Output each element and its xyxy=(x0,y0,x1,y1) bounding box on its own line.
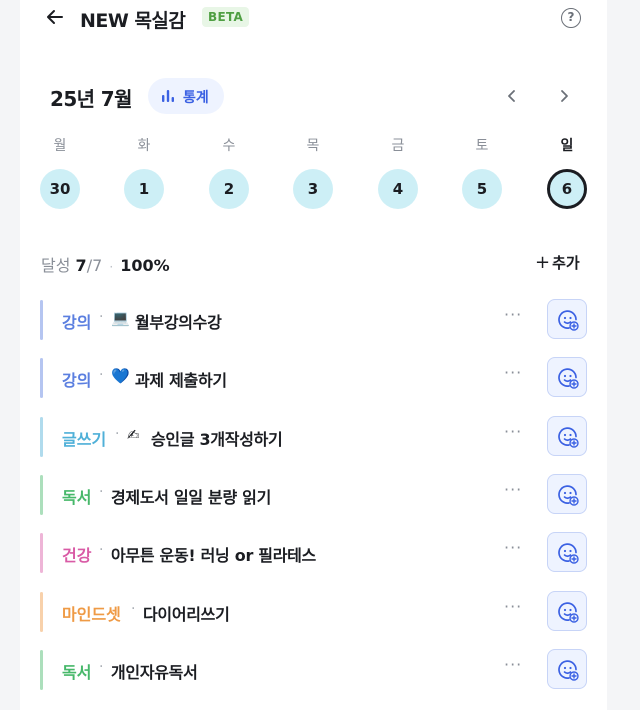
add-task-button[interactable]: + 추가 xyxy=(535,252,580,273)
task-title: 경제도서 일일 분량 읽기 xyxy=(111,488,272,507)
task-separator: · xyxy=(99,309,104,325)
task-category: 건강 xyxy=(62,546,92,565)
emoji-reaction-button[interactable] xyxy=(547,474,587,514)
task-separator: · xyxy=(99,542,104,558)
task-category: 강의 xyxy=(62,313,92,332)
task-category: 글쓰기 xyxy=(62,430,107,449)
task-category: 독서 xyxy=(62,663,92,682)
achievement-label: 달성 xyxy=(41,256,71,275)
smiley-add-icon xyxy=(558,485,579,506)
next-month-icon[interactable] xyxy=(554,86,574,106)
more-options-icon[interactable]: ··· xyxy=(504,305,522,324)
more-options-icon[interactable]: ··· xyxy=(504,480,522,499)
weekday-fri: 금 xyxy=(391,138,405,154)
category-color-bar xyxy=(40,417,43,457)
weekday-tue: 화 xyxy=(137,138,151,154)
more-options-icon[interactable]: ··· xyxy=(504,422,522,441)
smiley-add-icon xyxy=(558,368,579,389)
task-emoji: ✍ xyxy=(127,426,140,444)
date-chip[interactable]: 2 xyxy=(209,169,249,209)
achievement-separator: · xyxy=(109,260,114,274)
main-panel: NEW 목실감 BETA ? 25년 7월 통계 월 화 수 목 금 토 일 3… xyxy=(20,0,607,710)
smiley-add-icon xyxy=(558,310,579,331)
date-chip[interactable]: 1 xyxy=(124,169,164,209)
task-row[interactable]: 글쓰기 · ✍ 승인글 3개작성하기 ··· xyxy=(40,416,588,458)
task-separator: · xyxy=(99,367,104,383)
task-row[interactable]: 건강 · 아무튼 운동! 러닝 or 필라테스 ··· xyxy=(40,532,588,574)
category-color-bar xyxy=(40,592,43,632)
date-chip[interactable]: 5 xyxy=(462,169,502,209)
beta-badge: BETA xyxy=(202,7,250,27)
achievement-summary: 달성 7/7 · 100% xyxy=(41,252,170,276)
more-options-icon[interactable]: ··· xyxy=(504,597,522,616)
stats-button[interactable]: 통계 xyxy=(148,78,224,114)
date-chip[interactable]: 30 xyxy=(40,169,80,209)
task-title: 월부강의수강 xyxy=(135,313,222,332)
help-icon[interactable]: ? xyxy=(561,8,581,28)
weekday-sat: 토 xyxy=(475,138,489,154)
weekday-mon: 월 xyxy=(53,138,67,154)
month-label: 25년 7월 xyxy=(50,87,133,111)
category-color-bar xyxy=(40,300,43,340)
task-emoji: 💻 xyxy=(111,309,130,327)
smiley-add-icon xyxy=(558,543,579,564)
emoji-reaction-button[interactable] xyxy=(547,357,587,397)
emoji-reaction-button[interactable] xyxy=(547,591,587,631)
task-separator: · xyxy=(131,601,136,617)
emoji-reaction-button[interactable] xyxy=(547,649,587,689)
more-options-icon[interactable]: ··· xyxy=(504,655,522,674)
weekday-thu: 목 xyxy=(306,138,320,154)
task-row[interactable]: 독서 · 개인자유독서 ··· xyxy=(40,649,588,691)
category-color-bar xyxy=(40,358,43,398)
task-row[interactable]: 독서 · 경제도서 일일 분량 읽기 ··· xyxy=(40,474,588,516)
smiley-add-icon xyxy=(558,660,579,681)
task-category: 독서 xyxy=(62,488,92,507)
smiley-add-icon xyxy=(558,602,579,623)
plus-icon: + xyxy=(535,252,551,273)
task-row[interactable]: 강의 · 💻 월부강의수강 ··· xyxy=(40,299,588,341)
weekday-wed: 수 xyxy=(222,138,236,154)
page-title: NEW 목실감 xyxy=(80,10,186,32)
task-separator: · xyxy=(99,659,104,675)
header: NEW 목실감 BETA ? xyxy=(20,0,607,38)
weekday-sun: 일 xyxy=(560,138,574,154)
task-title: 과제 제출하기 xyxy=(135,371,227,390)
category-color-bar xyxy=(40,475,43,515)
task-category: 마인드셋 xyxy=(62,605,121,624)
task-row[interactable]: 강의 · 💙 과제 제출하기 ··· xyxy=(40,357,588,399)
more-options-icon[interactable]: ··· xyxy=(504,363,522,382)
task-emoji: 💙 xyxy=(111,367,130,385)
date-chip[interactable]: 4 xyxy=(378,169,418,209)
stats-label: 통계 xyxy=(183,90,209,106)
more-options-icon[interactable]: ··· xyxy=(504,538,522,557)
task-separator: · xyxy=(115,426,120,442)
date-chip[interactable]: 3 xyxy=(293,169,333,209)
achievement-total: /7 xyxy=(86,256,103,275)
add-task-label: 추가 xyxy=(552,254,580,272)
task-title: 개인자유독서 xyxy=(111,663,198,682)
category-color-bar xyxy=(40,650,43,690)
emoji-reaction-button[interactable] xyxy=(547,416,587,456)
task-row[interactable]: 마인드셋 · 다이어리쓰기 ··· xyxy=(40,591,588,633)
smiley-add-icon xyxy=(558,427,579,448)
emoji-reaction-button[interactable] xyxy=(547,299,587,339)
prev-month-icon[interactable] xyxy=(502,86,522,106)
achievement-done: 7 xyxy=(75,256,87,275)
category-color-bar xyxy=(40,533,43,573)
task-title: 다이어리쓰기 xyxy=(143,605,230,624)
bar-chart-icon xyxy=(162,90,174,102)
back-arrow-icon[interactable] xyxy=(44,6,66,28)
achievement-percent: 100% xyxy=(120,256,170,275)
task-separator: · xyxy=(99,484,104,500)
task-title: 아무튼 운동! 러닝 or 필라테스 xyxy=(111,546,316,565)
date-chip-selected[interactable]: 6 xyxy=(547,169,587,209)
task-category: 강의 xyxy=(62,371,92,390)
emoji-reaction-button[interactable] xyxy=(547,532,587,572)
task-title: 승인글 3개작성하기 xyxy=(151,430,283,449)
